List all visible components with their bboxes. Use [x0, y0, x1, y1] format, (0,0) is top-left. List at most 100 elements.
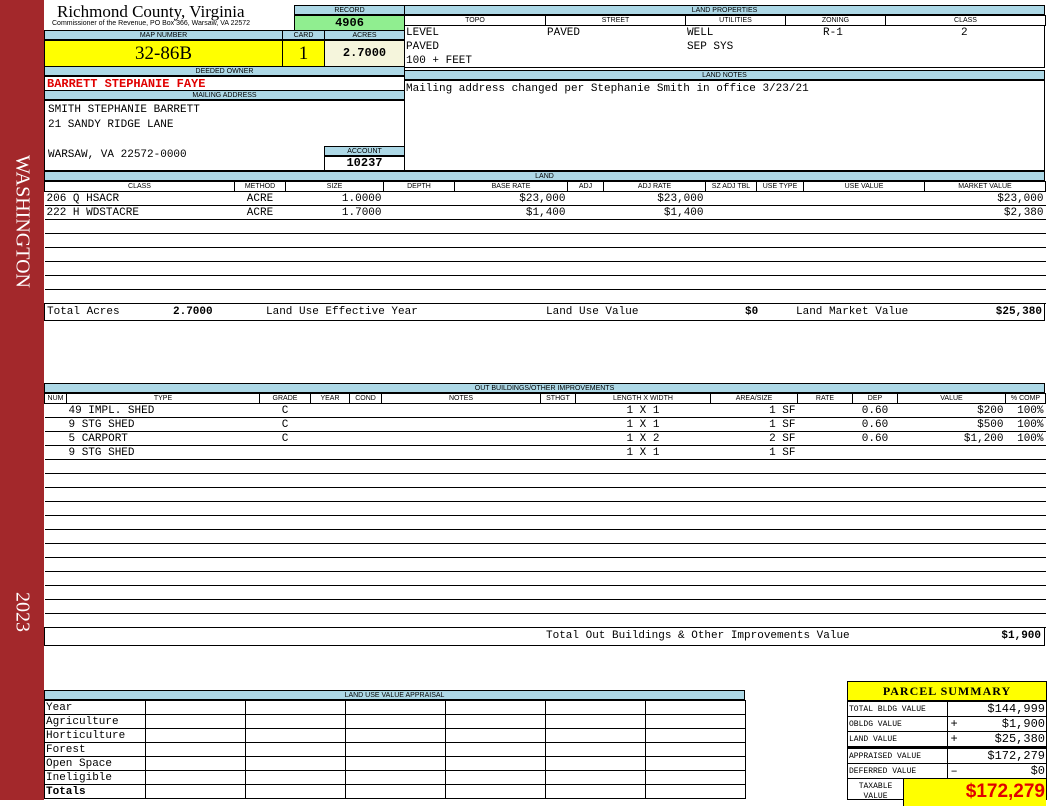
- table-cell: [803, 205, 925, 220]
- account-value: 10237: [324, 156, 405, 171]
- appraisal-cell: [545, 700, 646, 715]
- address-line: SMITH STEPHANIE BARRETT: [48, 104, 200, 116]
- map-number-value: 32-86B: [44, 40, 283, 67]
- table-cell: 1.0000: [285, 191, 384, 206]
- table-cell: [44, 613, 67, 628]
- table-cell: [259, 557, 311, 572]
- table-cell: [797, 403, 853, 418]
- appraisal-cell: [545, 756, 646, 771]
- table-cell: [852, 585, 898, 600]
- table-cell: $1,400: [454, 205, 568, 220]
- table-row: [44, 247, 1046, 262]
- summary-label: OBLDG VALUE: [848, 716, 948, 732]
- table-cell: [349, 557, 382, 572]
- column-header: ADJ RATE: [603, 181, 706, 192]
- col-utilities: UTILITIES: [685, 15, 786, 26]
- appraisal-cell: [145, 700, 246, 715]
- table-cell: [310, 529, 350, 544]
- table-cell: [383, 261, 455, 276]
- table-cell: [852, 473, 898, 488]
- table-cell: [454, 219, 568, 234]
- table-cell: [540, 515, 576, 530]
- table-cell: [285, 233, 384, 248]
- table-cell: [540, 501, 576, 516]
- table-cell: [540, 599, 576, 614]
- table-cell: [234, 233, 286, 248]
- appraisal-cell: [345, 714, 446, 729]
- table-cell: [285, 261, 384, 276]
- summary-sign: –: [950, 764, 958, 778]
- outbuildings-total: Total Out Buildings & Other Improvements…: [44, 627, 1045, 646]
- street-values: PAVED: [547, 27, 581, 39]
- appraisal-row-label: Horticulture: [44, 728, 146, 743]
- use-value: $0: [745, 306, 759, 318]
- table-cell: [575, 487, 711, 502]
- table-cell: [383, 233, 455, 248]
- table-cell: [797, 571, 853, 586]
- card-label: CARD: [282, 30, 325, 40]
- appraisal-cell: [445, 784, 546, 799]
- table-cell: [897, 557, 1006, 572]
- table-cell: [897, 487, 1006, 502]
- table-cell: [567, 233, 604, 248]
- land-use-appraisal-label: LAND USE VALUE APPRAISAL: [44, 690, 745, 700]
- table-cell: [381, 487, 541, 502]
- table-cell: [540, 473, 576, 488]
- county-title: Richmond County, Virginia: [57, 2, 245, 21]
- table-cell: [710, 459, 798, 474]
- table-cell: [44, 261, 235, 276]
- year-label: 2023: [11, 592, 34, 632]
- column-header: MARKET VALUE: [924, 181, 1046, 192]
- table-cell: [383, 219, 455, 234]
- table-cell: [349, 571, 382, 586]
- table-cell: [259, 515, 311, 530]
- appraisal-cell: [445, 714, 546, 729]
- table-cell: [44, 515, 67, 530]
- address-line: 21 SANDY RIDGE LANE: [48, 119, 174, 131]
- table-cell: [383, 275, 455, 290]
- table-cell: [349, 473, 382, 488]
- market-value-label: Land Market Value: [796, 306, 909, 318]
- table-cell: [66, 515, 260, 530]
- col-class: CLASS: [885, 15, 1046, 26]
- table-cell: [383, 289, 455, 304]
- use-value-label: Land Use Value: [546, 306, 639, 318]
- owner-name: BARRETT STEPHANIE FAYE: [44, 76, 405, 91]
- appraisal-cell: [245, 756, 346, 771]
- table-row: [44, 529, 1046, 544]
- table-cell: [259, 529, 311, 544]
- appraisal-cell: [645, 714, 746, 729]
- table-cell: [705, 247, 757, 262]
- table-cell: [710, 487, 798, 502]
- table-cell: [310, 487, 350, 502]
- table-cell: 49 IMPL. SHED: [66, 403, 260, 418]
- table-cell: [44, 487, 67, 502]
- land-totals: Total Acres 2.7000 Land Use Effective Ye…: [44, 303, 1045, 321]
- table-cell: [924, 261, 1046, 276]
- summary-value: $0: [1030, 764, 1045, 778]
- table-cell: [540, 585, 576, 600]
- table-cell: [285, 275, 384, 290]
- table-cell: $500: [897, 417, 1006, 432]
- column-header: METHOD: [234, 181, 286, 192]
- table-cell: [710, 543, 798, 558]
- table-cell: [349, 459, 382, 474]
- land-use-appraisal-table: Year Agriculture Horticulture Forest Open Sp…: [44, 700, 746, 799]
- table-cell: [1005, 459, 1046, 474]
- table-cell: 0.60: [852, 431, 898, 446]
- total-acres-label: Total Acres: [47, 306, 120, 318]
- table-cell: 9 STG SHED: [66, 445, 260, 460]
- table-cell: [44, 219, 235, 234]
- table-cell: [803, 289, 925, 304]
- table-cell: [66, 613, 260, 628]
- table-cell: [603, 233, 706, 248]
- summary-row: DEFERRED VALUE – $0: [848, 763, 1046, 779]
- summary-value-cell: – $0: [946, 763, 1046, 779]
- table-cell: 100%: [1005, 403, 1046, 418]
- table-cell: [44, 501, 67, 516]
- table-cell: [603, 289, 706, 304]
- appraisal-row-label: Open Space: [44, 756, 146, 771]
- col-topo: TOPO: [404, 15, 546, 26]
- column-header: SIZE: [285, 181, 384, 192]
- total-acres-value: 2.7000: [173, 306, 213, 318]
